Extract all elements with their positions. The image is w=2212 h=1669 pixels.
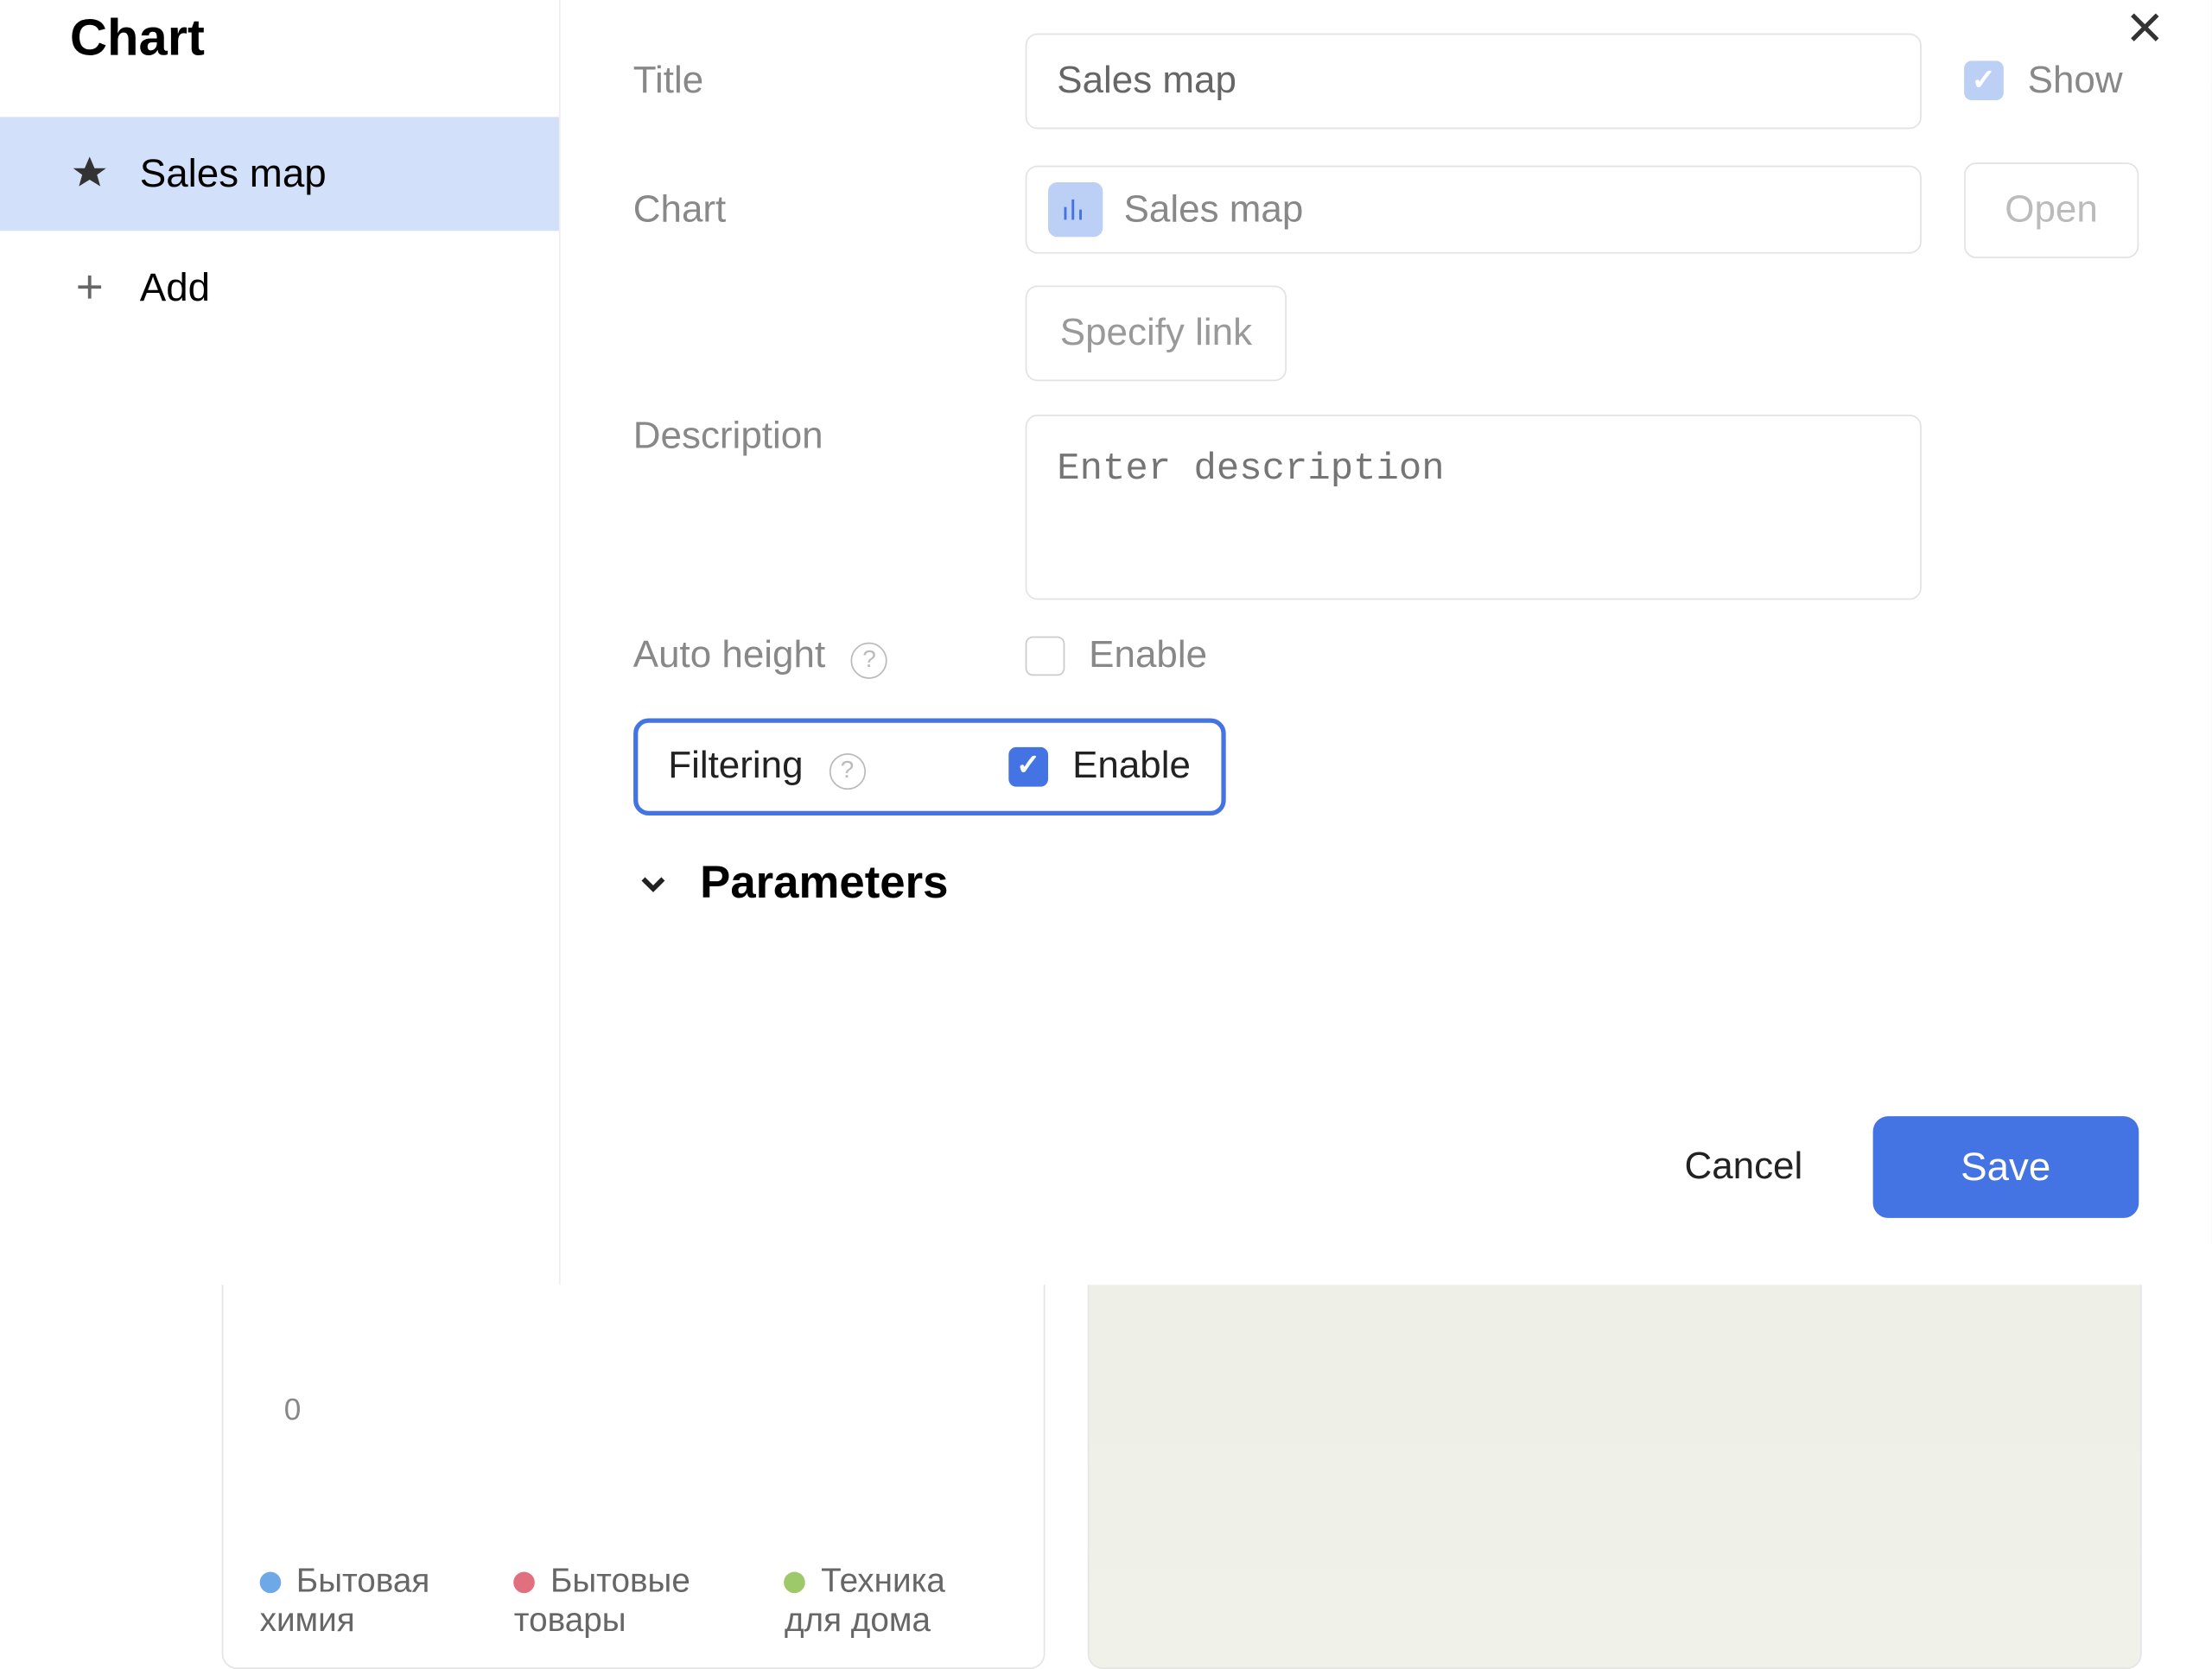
label-title: Title	[633, 59, 982, 103]
filtering-row: Filtering ? Enable	[633, 718, 1226, 815]
modal-add[interactable]: Add	[0, 230, 559, 344]
modal-cancel-button[interactable]: Cancel	[1651, 1115, 1836, 1217]
week-legend: Бытовая химия Бытовые товары Техника для…	[260, 1531, 1007, 1640]
modal-overlay: Chart Sales map Add Title	[0, 0, 2212, 1244]
filtering-enable: Enable	[1072, 744, 1191, 788]
title-input[interactable]	[1025, 33, 1921, 129]
parameters-toggle[interactable]: Parameters	[633, 815, 2139, 909]
modal-item-sales-map[interactable]: Sales map	[0, 116, 559, 230]
auto-height-checkbox[interactable]	[1025, 636, 1065, 676]
modal-title: Chart	[0, 0, 559, 116]
filtering-checkbox[interactable]	[1008, 746, 1048, 786]
chart-select[interactable]: Sales map	[1025, 166, 1921, 254]
label-auto-height: Auto height ?	[633, 632, 982, 678]
auto-height-enable: Enable	[1089, 633, 1207, 677]
open-button[interactable]: Open	[1964, 162, 2139, 257]
help-icon[interactable]: ?	[829, 752, 865, 789]
close-icon[interactable]	[2118, 0, 2172, 54]
label-description: Description	[633, 414, 982, 458]
show-label: Show	[2028, 59, 2123, 103]
chart-type-icon	[1048, 182, 1103, 237]
help-icon[interactable]: ?	[851, 642, 887, 678]
modal-save-button[interactable]: Save	[1872, 1115, 2139, 1217]
show-checkbox[interactable]	[1964, 60, 2004, 100]
description-input[interactable]	[1025, 414, 1921, 599]
label-chart: Chart	[633, 187, 982, 232]
label-filtering: Filtering ?	[668, 744, 1008, 790]
chart-modal: Chart Sales map Add Title	[0, 0, 2212, 1284]
specify-link-button[interactable]: Specify link	[1025, 285, 1287, 381]
